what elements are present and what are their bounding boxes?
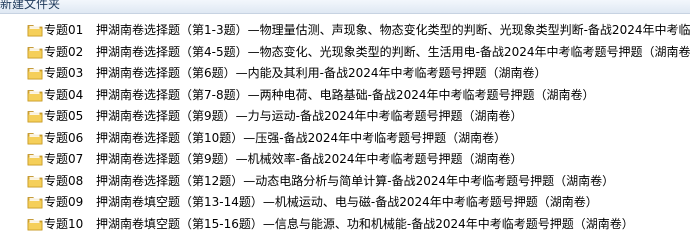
command-bar: 新建文件夹 <box>0 0 690 14</box>
file-name-title: 押湖南卷填空题（第15-16题）—信息与能源、功和机械能-备战2024年中考临考… <box>96 216 634 231</box>
file-name-prefix: 专题07 <box>44 152 84 166</box>
folder-icon <box>27 88 43 102</box>
file-name-title: 押湖南卷选择题（第10题）—压强-备战2024年中考临考题号押题（湖南卷） <box>96 130 507 145</box>
folder-icon <box>27 45 43 59</box>
file-name-title: 押湖南卷填空题（第13-14题）—机械运动、电与磁-备战2024年中考临考题号押… <box>96 195 598 209</box>
file-name-title: 押湖南卷选择题（第6题）—内能及其利用-备战2024年中考临考题号押题（湖南卷） <box>96 66 547 80</box>
file-name-title: 押湖南卷选择题（第4-5题）—物态变化、光现象类型的判断、生活用电-备战2024… <box>96 44 690 59</box>
file-name-title: 押湖南卷选择题（第9题）—机械效率-备战2024年中考临考题号押题（湖南卷） <box>96 152 523 166</box>
file-name-title: 押湖南卷选择题（第12题）—动态电路分析与简单计算-备战2024年中考临考题号押… <box>96 173 615 188</box>
file-name-prefix: 专题06 <box>44 130 84 145</box>
folder-icon <box>27 66 43 80</box>
file-name-prefix: 专题02 <box>44 44 84 59</box>
file-name-prefix: 专题03 <box>44 66 84 80</box>
file-name-title: 押湖南卷选择题（第7-8题）—两种电荷、电路基础-备战2024年中考临考题号押题… <box>96 87 595 102</box>
file-name-prefix: 专题09 <box>44 195 84 209</box>
folder-icon <box>27 174 43 188</box>
file-row[interactable]: 专题06 押湖南卷选择题（第10题）—压强-备战2024年中考临考题号押题（湖南卷… <box>0 128 690 150</box>
file-name-prefix: 专题04 <box>44 87 84 102</box>
file-name-title: 押湖南卷选择题（第9题）—力与运动-备战2024年中考临考题号押题（湖南卷） <box>96 109 523 123</box>
file-row[interactable]: 专题05 押湖南卷选择题（第9题）—力与运动-备战2024年中考临考题号押题（湖南… <box>0 106 690 128</box>
folder-icon <box>27 152 43 166</box>
file-row[interactable]: 专题10 押湖南卷填空题（第15-16题）—信息与能源、功和机械能-备战2024年… <box>0 214 690 236</box>
file-row[interactable]: 专题02 押湖南卷选择题（第4-5题）—物态变化、光现象类型的判断、生活用电-备战… <box>0 42 690 64</box>
new-folder-button[interactable]: 新建文件夹 <box>0 0 64 13</box>
file-name-prefix: 专题10 <box>44 216 84 231</box>
file-row[interactable]: 专题09 押湖南卷填空题（第13-14题）—机械运动、电与磁-备战2024年中考临… <box>0 192 690 214</box>
file-name-prefix: 专题08 <box>44 173 84 188</box>
file-list: 专题01 押湖南卷选择题（第1-3题）—物理量估测、声现象、物态变化类型的判断、光… <box>0 20 690 235</box>
folder-icon <box>27 195 43 209</box>
folder-icon <box>27 23 43 37</box>
file-row[interactable]: 专题03 押湖南卷选择题（第6题）—内能及其利用-备战2024年中考临考题号押题（… <box>0 63 690 85</box>
file-name-prefix: 专题05 <box>44 109 84 123</box>
folder-icon <box>27 109 43 123</box>
file-row[interactable]: 专题08 押湖南卷选择题（第12题）—动态电路分析与简单计算-备战2024年中考临… <box>0 171 690 193</box>
file-name-prefix: 专题01 <box>44 23 84 37</box>
file-name-title: 押湖南卷选择题（第1-3题）—物理量估测、声现象、物态变化类型的判断、光现象类型… <box>96 23 690 37</box>
folder-icon <box>27 217 43 231</box>
file-row[interactable]: 专题01 押湖南卷选择题（第1-3题）—物理量估测、声现象、物态变化类型的判断、光… <box>0 20 690 42</box>
file-row[interactable]: 专题07 押湖南卷选择题（第9题）—机械效率-备战2024年中考临考题号押题（湖南… <box>0 149 690 171</box>
folder-icon <box>27 131 43 145</box>
file-row[interactable]: 专题04 押湖南卷选择题（第7-8题）—两种电荷、电路基础-备战2024年中考临考… <box>0 85 690 107</box>
